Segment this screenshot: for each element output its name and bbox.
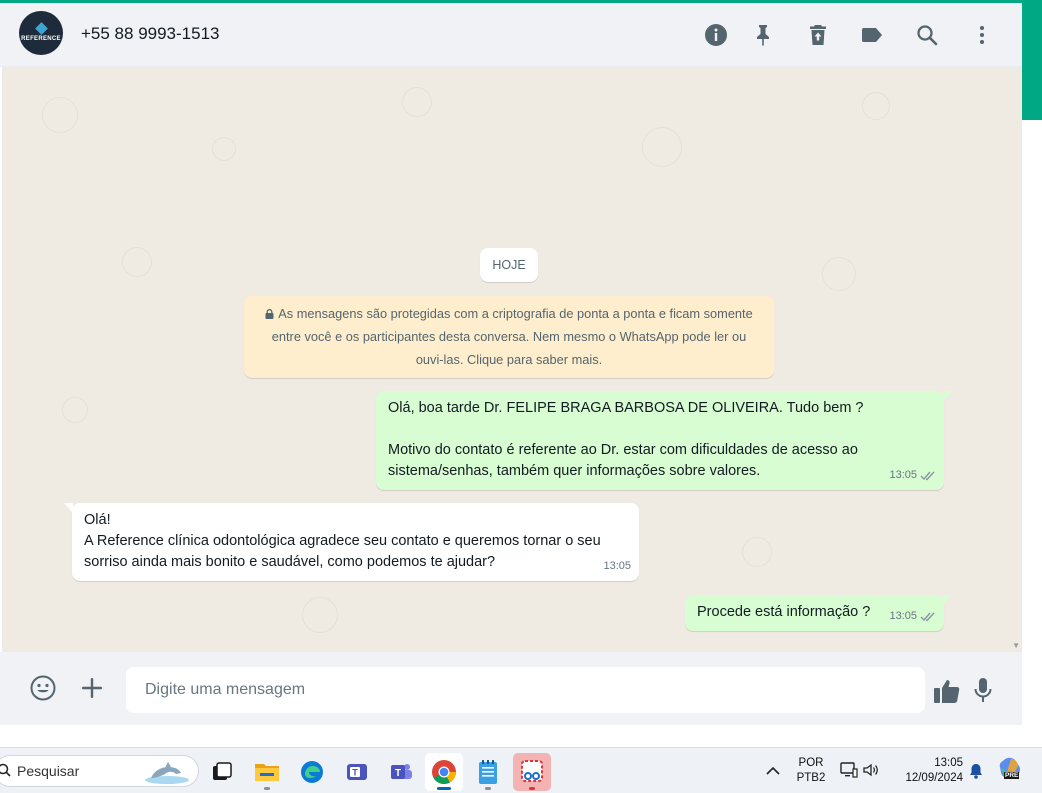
message-meta: 13:05 bbox=[889, 606, 936, 627]
taskbar-chrome[interactable] bbox=[425, 753, 463, 791]
logo-diamond-icon bbox=[34, 22, 48, 35]
notification-bell-icon[interactable] bbox=[967, 762, 985, 780]
wallpaper-doodle bbox=[862, 92, 890, 120]
message-input[interactable] bbox=[126, 667, 925, 713]
wallpaper-doodle bbox=[402, 87, 432, 117]
running-indicator bbox=[264, 787, 270, 790]
bubble-tail bbox=[943, 391, 952, 401]
search-highlight-dolphin-icon bbox=[145, 762, 189, 784]
message-outgoing[interactable]: Olá, boa tarde Dr. FELIPE BRAGA BARBOSA … bbox=[376, 391, 952, 490]
clock[interactable]: 13:05 12/09/2024 bbox=[893, 756, 963, 786]
encryption-notice-text: As mensagens são protegidas com a cripto… bbox=[271, 306, 753, 367]
taskbar-teams-classic[interactable]: T bbox=[338, 753, 376, 791]
right-gutter bbox=[1022, 0, 1042, 725]
taskbar-task-view[interactable] bbox=[203, 753, 241, 791]
task-view-icon bbox=[213, 762, 232, 780]
taskbar-file-explorer[interactable] bbox=[248, 753, 286, 791]
microphone-icon[interactable] bbox=[969, 676, 997, 704]
network-icon[interactable] bbox=[840, 761, 858, 779]
wallpaper-doodle bbox=[62, 397, 88, 423]
wallpaper-doodle bbox=[822, 257, 856, 291]
lock-icon bbox=[265, 309, 274, 319]
taskbar-snipping-tool[interactable] bbox=[513, 753, 551, 791]
chat-messages-area[interactable]: HOJE As mensagens são protegidas com a c… bbox=[2, 67, 1022, 652]
double-check-icon bbox=[920, 471, 935, 481]
running-indicator bbox=[529, 787, 535, 790]
wallpaper-doodle bbox=[212, 137, 236, 161]
wallpaper-doodle bbox=[642, 127, 682, 167]
snipping-tool-icon bbox=[513, 753, 551, 791]
running-indicator bbox=[485, 787, 491, 790]
edge-icon bbox=[301, 761, 323, 783]
scroll-down-arrow-icon[interactable]: ▼ bbox=[1012, 641, 1020, 650]
double-check-icon bbox=[920, 612, 935, 622]
encryption-notice[interactable]: As mensagens são protegidas com a cripto… bbox=[244, 296, 774, 378]
message-text: Olá, boa tarde Dr. FELIPE BRAGA BARBOSA … bbox=[388, 400, 864, 479]
windows-taskbar: Pesquisar T T POR PTB2 13:05 12/09/2024 … bbox=[0, 747, 1042, 793]
scrollbar-thumb[interactable] bbox=[1022, 0, 1042, 120]
copilot-preview-badge: PRE bbox=[1004, 772, 1020, 779]
message-time: 13:05 bbox=[889, 469, 917, 481]
message-meta: 13:05 bbox=[889, 465, 936, 486]
taskbar-search-label: Pesquisar bbox=[17, 763, 80, 779]
message-outgoing[interactable]: Procede está informação ? 13:05 bbox=[685, 595, 952, 631]
taskbar-teams[interactable]: T bbox=[382, 753, 420, 791]
bubble-tail bbox=[64, 503, 73, 513]
contact-name[interactable]: +55 88 9993-1513 bbox=[81, 24, 220, 44]
taskbar-notepad[interactable] bbox=[469, 753, 507, 791]
thumbs-up-icon[interactable] bbox=[933, 677, 961, 705]
chat-header[interactable]: REFERENCE +55 88 9993-1513 bbox=[0, 3, 1022, 67]
delete-icon[interactable] bbox=[806, 23, 830, 47]
language-code: POR bbox=[798, 757, 824, 769]
message-incoming[interactable]: Olá! A Reference clínica odontológica ag… bbox=[64, 503, 639, 581]
volume-icon[interactable] bbox=[862, 761, 880, 779]
taskbar-search-box[interactable]: Pesquisar bbox=[0, 755, 199, 787]
svg-text:T: T bbox=[395, 768, 401, 779]
message-composer bbox=[0, 652, 1022, 725]
wallpaper-doodle bbox=[42, 97, 78, 133]
info-icon[interactable] bbox=[704, 23, 728, 47]
wallpaper-doodle bbox=[122, 247, 152, 277]
clock-time: 13:05 bbox=[934, 757, 963, 769]
message-text: Olá! A Reference clínica odontológica ag… bbox=[84, 512, 601, 570]
avatar-logo-text: REFERENCE bbox=[21, 36, 61, 42]
message-meta: 13:05 bbox=[603, 556, 631, 577]
svg-text:T: T bbox=[352, 768, 358, 778]
search-icon bbox=[0, 763, 11, 777]
search-icon[interactable] bbox=[915, 23, 939, 47]
message-time: 13:05 bbox=[889, 610, 917, 622]
chrome-icon bbox=[432, 760, 456, 785]
active-indicator bbox=[437, 787, 451, 790]
keyboard-layout: PTB2 bbox=[796, 772, 826, 784]
wallpaper-doodle bbox=[742, 537, 772, 567]
menu-icon[interactable] bbox=[970, 23, 994, 47]
emoji-icon[interactable] bbox=[29, 674, 57, 702]
message-time: 13:05 bbox=[603, 560, 631, 572]
date-separator: HOJE bbox=[480, 248, 538, 282]
pin-icon[interactable] bbox=[751, 23, 775, 47]
teams-classic-icon: T bbox=[347, 764, 367, 780]
wallpaper-doodle bbox=[302, 597, 338, 633]
teams-icon: T bbox=[391, 764, 412, 779]
attach-plus-icon[interactable] bbox=[78, 674, 106, 702]
chevron-up-icon[interactable] bbox=[764, 762, 782, 780]
notepad-icon bbox=[479, 760, 497, 784]
contact-avatar[interactable]: REFERENCE bbox=[19, 11, 63, 55]
input-language-indicator[interactable]: POR PTB2 bbox=[794, 756, 828, 786]
clock-date: 12/09/2024 bbox=[905, 772, 963, 784]
taskbar-edge[interactable] bbox=[293, 753, 331, 791]
folder-icon bbox=[255, 764, 279, 781]
label-icon[interactable] bbox=[860, 23, 884, 47]
bubble-tail bbox=[943, 595, 952, 605]
copilot-icon[interactable]: PRE bbox=[998, 756, 1024, 784]
